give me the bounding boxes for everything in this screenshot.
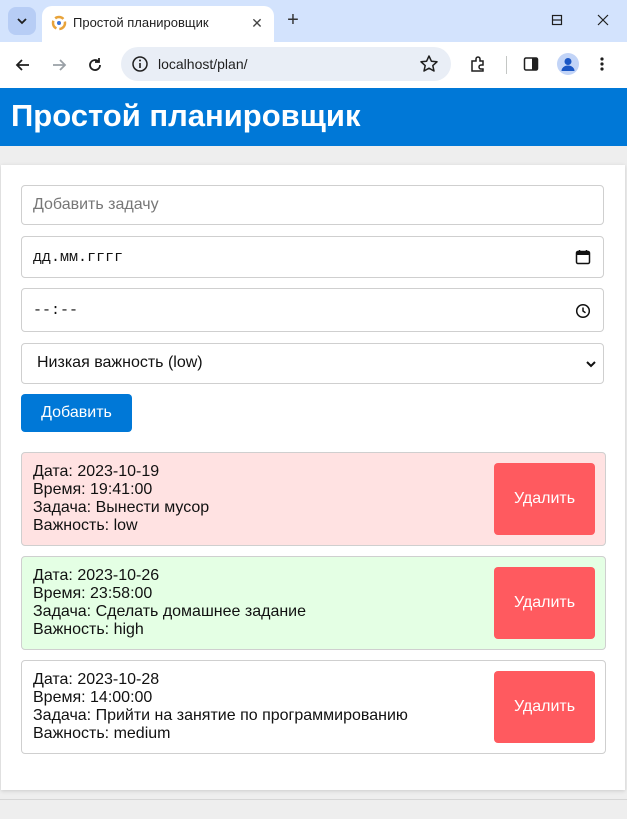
close-tab-icon[interactable]: ✕ (248, 14, 266, 32)
forward-icon[interactable] (45, 51, 73, 79)
url-text: localhost/plan/ (158, 56, 248, 72)
more-menu-icon[interactable] (591, 53, 613, 75)
delete-task-button[interactable]: Удалить (494, 671, 595, 743)
browser-tab[interactable]: Простой планировщик ✕ (42, 6, 274, 42)
back-icon[interactable] (9, 51, 37, 79)
priority-select-value: Низкая важность (low) (37, 354, 203, 371)
task-priority: Важность: medium (33, 725, 171, 742)
new-tab-icon[interactable]: + (283, 9, 303, 31)
time-input[interactable]: --:-- (21, 288, 604, 332)
close-window-icon[interactable] (590, 8, 616, 32)
task-time: Время: 23:58:00 (33, 585, 153, 602)
task-item: Дата: 2023-10-19 Время: 19:41:00 Задача:… (21, 452, 606, 546)
clock-icon[interactable] (575, 303, 591, 319)
task-date: Дата: 2023-10-26 (33, 567, 160, 584)
priority-select[interactable]: Низкая важность (low) (21, 343, 604, 384)
site-favicon-icon (51, 15, 67, 31)
tab-title: Простой планировщик (73, 15, 209, 30)
task-details: Дата: 2023-10-28 Время: 14:00:00 Задача:… (33, 671, 408, 743)
planner-card: Добавить задачу дд.мм.гггг --:-- Низкая … (1, 165, 625, 790)
reload-icon[interactable] (81, 51, 109, 79)
task-title: Задача: Сделать домашнее задание (33, 603, 307, 620)
page-title: Простой планировщик (11, 98, 361, 133)
task-details: Дата: 2023-10-19 Время: 19:41:00 Задача:… (33, 463, 209, 535)
app-header: Простой планировщик (0, 88, 627, 146)
date-input[interactable]: дд.мм.гггг (21, 236, 604, 278)
delete-task-button[interactable]: Удалить (494, 463, 595, 535)
chevron-down-icon (586, 361, 596, 368)
profile-avatar-icon[interactable] (557, 53, 579, 75)
bookmark-star-icon[interactable] (419, 54, 439, 74)
date-input-placeholder: дд.мм.гггг (33, 249, 124, 266)
calendar-icon[interactable] (575, 249, 591, 265)
delete-task-button[interactable]: Удалить (494, 567, 595, 639)
task-title: Задача: Прийти на занятие по программиро… (33, 707, 408, 724)
side-panel-icon[interactable] (520, 53, 542, 75)
site-info-icon[interactable] (131, 55, 149, 73)
task-time: Время: 14:00:00 (33, 689, 153, 706)
task-priority: Важность: high (33, 621, 144, 638)
task-date: Дата: 2023-10-19 (33, 463, 160, 480)
time-input-placeholder: --:-- (33, 302, 79, 319)
toolbar-separator (506, 56, 507, 74)
task-input-placeholder: Добавить задачу (33, 196, 159, 213)
address-bar[interactable]: localhost/plan/ (121, 47, 451, 81)
task-item: Дата: 2023-10-28 Время: 14:00:00 Задача:… (21, 660, 606, 754)
task-priority: Важность: low (33, 517, 138, 534)
task-date: Дата: 2023-10-28 (33, 671, 160, 688)
page-bottom-divider (0, 799, 627, 800)
task-time: Время: 19:41:00 (33, 481, 153, 498)
browser-tabstrip: Простой планировщик ✕ + (0, 0, 627, 42)
maximize-icon[interactable] (544, 8, 570, 32)
extensions-icon[interactable] (467, 53, 489, 75)
task-title: Задача: Вынести мусор (33, 499, 210, 516)
tab-search-button[interactable] (8, 7, 36, 35)
add-task-button[interactable]: Добавить (21, 394, 132, 432)
task-details: Дата: 2023-10-26 Время: 23:58:00 Задача:… (33, 567, 306, 639)
browser-toolbar: localhost/plan/ (0, 42, 627, 88)
chevron-down-icon (17, 18, 27, 25)
task-input[interactable]: Добавить задачу (21, 185, 604, 225)
task-item: Дата: 2023-10-26 Время: 23:58:00 Задача:… (21, 556, 606, 650)
